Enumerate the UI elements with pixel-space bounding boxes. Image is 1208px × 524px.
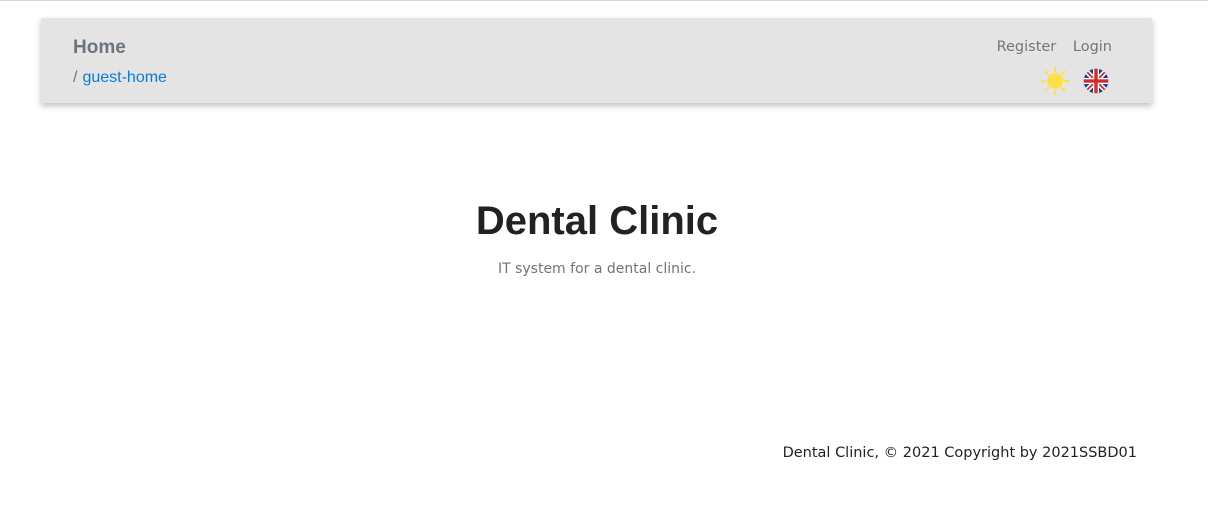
uk-flag-icon[interactable] — [1083, 68, 1109, 94]
breadcrumb-current-link[interactable]: guest-home — [82, 69, 167, 86]
nav-links: Register Login — [985, 39, 1112, 55]
breadcrumb: / guest-home — [73, 69, 167, 87]
register-link[interactable]: Register — [997, 39, 1057, 55]
login-link[interactable]: Login — [1073, 39, 1112, 55]
top-rule — [0, 0, 1208, 1]
footer-copyright: Dental Clinic, © 2021 Copyright by 2021S… — [782, 445, 1137, 461]
navbar: Home / guest-home Register Login — [41, 18, 1152, 103]
sun-icon[interactable] — [1040, 66, 1070, 96]
hero-subtitle: IT system for a dental clinic. — [497, 261, 697, 277]
page-title[interactable]: Home — [73, 37, 126, 59]
hero-title: Dental Clinic — [475, 199, 719, 243]
breadcrumb-separator: / — [73, 69, 78, 86]
